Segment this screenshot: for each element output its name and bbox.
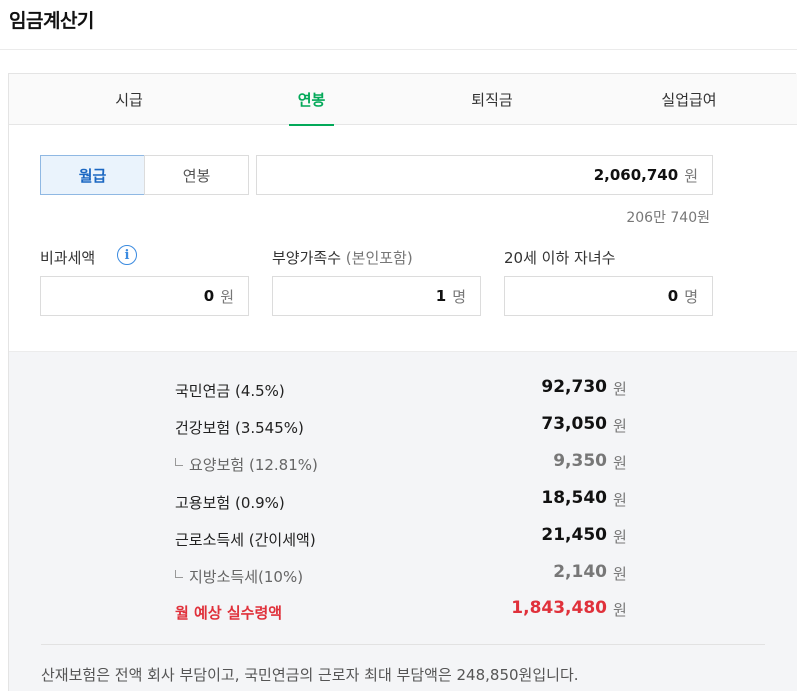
tab-label: 연봉	[297, 91, 326, 109]
salary-value: 2,060,740	[593, 166, 679, 184]
nontax-unit: 원	[220, 287, 234, 306]
tab-unemployment[interactable]: 실업급여	[624, 74, 754, 125]
page-title: 임금계산기	[9, 10, 94, 32]
dependents-label-main: 부양가족수	[272, 249, 342, 267]
nontax-label: 비과세액	[40, 249, 96, 267]
dependents-unit: 명	[452, 287, 466, 306]
net-pay-unit: 원	[613, 601, 627, 619]
tab-annual[interactable]: 연봉	[289, 74, 334, 126]
sub-item-corner-icon	[175, 570, 183, 578]
toggle-label: 월급	[78, 166, 107, 185]
salary-unit: 원	[684, 166, 698, 185]
footnote: 산재보험은 전액 회사 부담이고, 국민연금의 근로자 최대 부담액은 248,…	[41, 666, 579, 684]
nontax-input[interactable]: 0 원	[40, 276, 249, 316]
sub-item-label: 지방소득세(10%)	[189, 568, 304, 586]
monthly-toggle-button[interactable]: 월급	[40, 155, 145, 195]
dependents-value: 1	[435, 287, 447, 305]
deduction-amount-health: 73,050	[541, 414, 607, 434]
tab-label: 시급	[115, 91, 143, 109]
dependents-label: 부양가족수 (본인포함)	[272, 247, 413, 268]
calculator-card: 시급 연봉 퇴직금 실업급여 월급 연봉 2,060,740 원 206만 74…	[8, 73, 797, 691]
dependents-input[interactable]: 1 명	[272, 276, 481, 316]
deduction-unit: 원	[613, 380, 627, 398]
deduction-label-income-tax: 근로소득세 (간이세액)	[175, 531, 316, 549]
active-tab-indicator	[289, 124, 334, 126]
sub-item-label: 요양보험 (12.81%)	[189, 456, 318, 474]
result-divider	[41, 644, 765, 645]
deduction-label-local-tax: 지방소득세(10%)	[175, 566, 303, 587]
sub-item-corner-icon	[175, 458, 183, 466]
info-icon[interactable]: i	[117, 245, 137, 265]
children-unit: 명	[684, 287, 698, 306]
tab-label: 퇴직금	[471, 91, 513, 109]
deduction-label-employment: 고용보험 (0.9%)	[175, 494, 285, 512]
deduction-label-longterm-care: 요양보험 (12.81%)	[175, 454, 318, 475]
deduction-label-health: 건강보험 (3.545%)	[175, 419, 304, 437]
deduction-amount-longterm-care: 9,350	[553, 451, 607, 471]
dependents-label-sub: (본인포함)	[345, 249, 413, 267]
title-divider	[0, 49, 797, 50]
deduction-unit: 원	[613, 491, 627, 509]
deduction-unit: 원	[613, 528, 627, 546]
deduction-unit: 원	[613, 454, 627, 472]
deduction-amount-pension: 92,730	[541, 377, 607, 397]
annual-toggle-button[interactable]: 연봉	[144, 155, 249, 195]
children-input[interactable]: 0 명	[504, 276, 713, 316]
deduction-unit: 원	[613, 565, 627, 583]
deduction-label-pension: 국민연금 (4.5%)	[175, 382, 285, 400]
net-pay-amount: 1,843,480	[511, 598, 607, 618]
toggle-label: 연봉	[182, 166, 211, 185]
tab-bar: 시급 연봉 퇴직금 실업급여	[9, 74, 797, 126]
tab-severance[interactable]: 퇴직금	[427, 74, 557, 125]
children-value: 0	[667, 287, 679, 305]
net-pay-label: 월 예상 실수령액	[175, 604, 283, 622]
deduction-amount-employment: 18,540	[541, 488, 607, 508]
tab-label: 실업급여	[661, 91, 717, 109]
result-panel: 국민연금 (4.5%) 92,730 원 건강보험 (3.545%) 73,05…	[9, 351, 797, 691]
children-label: 20세 이하 자녀수	[504, 249, 616, 267]
nontax-value: 0	[203, 287, 215, 305]
salary-korean-reading: 206만 740원	[626, 210, 710, 226]
deduction-amount-income-tax: 21,450	[541, 525, 607, 545]
tab-hourly[interactable]: 시급	[64, 74, 194, 125]
salary-input[interactable]: 2,060,740 원	[256, 155, 713, 195]
deduction-unit: 원	[613, 417, 627, 435]
deduction-amount-local-tax: 2,140	[553, 562, 607, 582]
